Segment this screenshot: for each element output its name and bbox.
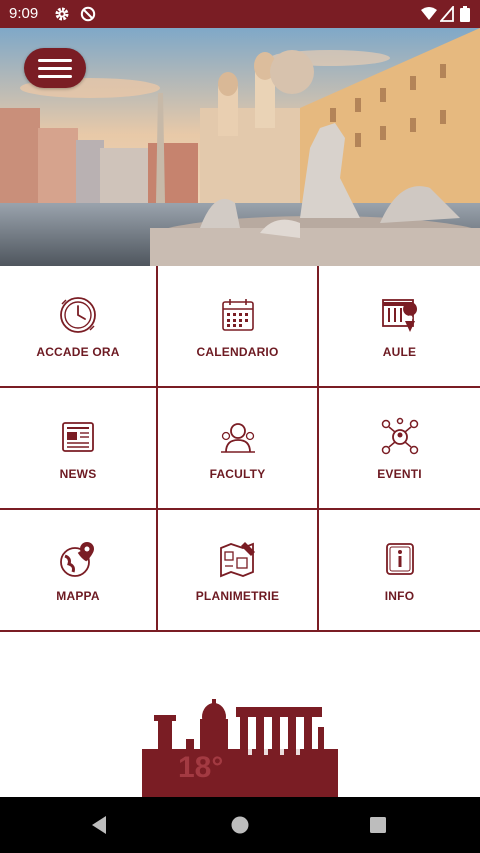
network-people-icon [381,417,418,455]
grid-item-label: FACULTY [209,467,266,481]
system-nav-bar [0,797,480,853]
grid-item-label: NEWS [59,467,97,481]
status-bar: 9:09 [0,0,480,28]
event-logo: 18° [140,697,340,797]
info-icon [385,543,414,575]
grid-item-label: INFO [384,589,415,603]
grid-item-aule[interactable]: AULE [319,266,480,386]
recents-icon[interactable] [364,811,392,839]
grid-item-label: PLANIMETRIE [195,589,280,603]
globe-pin-icon [60,542,94,577]
grid-item-label: CALENDARIO [196,345,279,359]
floor-plan-icon [219,542,255,578]
grid-item-news[interactable]: NEWS [0,388,156,508]
room-location-icon [381,299,417,332]
do-not-disturb-icon [80,6,96,22]
status-time: 9:09 [9,5,39,22]
clock-icon [60,297,96,333]
grid-item-label: EVENTI [377,467,422,481]
calendar-icon [221,299,254,331]
grid-item-accade-ora[interactable]: ACCADE ORA [0,266,156,386]
battery-icon [460,6,470,22]
grid-item-info[interactable]: INFO [319,510,480,630]
grid-item-mappa[interactable]: MAPPA [0,510,156,630]
logo-text: 18° [178,751,223,784]
faculty-people-icon [220,423,255,453]
grid-item-planimetrie[interactable]: PLANIMETRIE [158,510,317,630]
grid-item-eventi[interactable]: EVENTI [319,388,480,508]
grid-item-label: AULE [382,345,417,359]
wifi-icon [421,7,437,20]
grid-item-faculty[interactable]: FACULTY [158,388,317,508]
grid-item-calendario[interactable]: CALENDARIO [158,266,317,386]
back-icon[interactable] [86,811,114,839]
home-icon[interactable] [226,811,254,839]
settings-icon [55,7,69,21]
signal-icon [440,6,454,22]
newspaper-icon [62,422,94,452]
grid-divider [0,630,480,632]
feature-grid: ACCADE ORA CALENDARIO AULE NEWS FACULTY … [0,266,480,632]
grid-item-label: MAPPA [56,589,100,603]
menu-button[interactable] [24,48,86,88]
hamburger-menu-icon [38,59,72,62]
grid-item-label: ACCADE ORA [36,345,120,359]
